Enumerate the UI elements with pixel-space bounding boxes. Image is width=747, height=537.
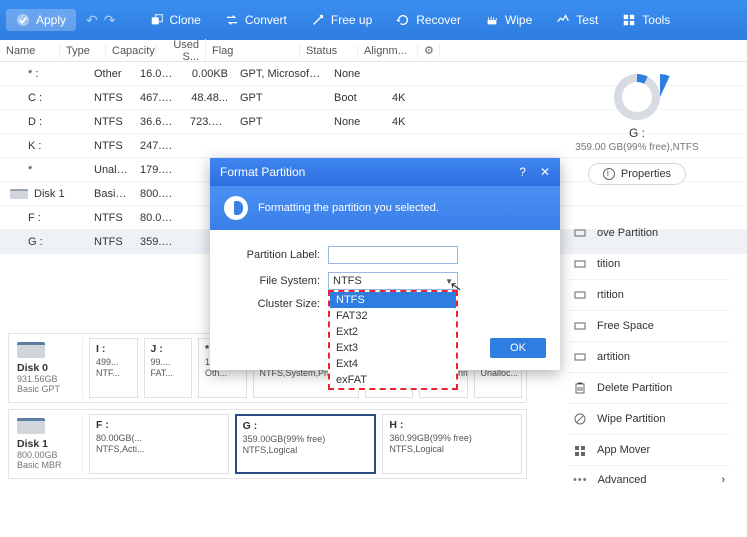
freeup-icon (311, 13, 325, 27)
disk-icon (10, 189, 28, 199)
partition-table-header: Name Type Capacity Used S... Flag Status… (0, 40, 747, 62)
menu-item-resize[interactable]: tition (569, 248, 729, 279)
properties-button[interactable]: Properties (588, 163, 686, 185)
fs-option[interactable]: Ext4 (330, 356, 456, 372)
convert-icon (225, 13, 239, 27)
apply-button[interactable]: Apply (6, 9, 76, 31)
dialog-banner: Formatting the partition you selected. (210, 186, 560, 230)
test-icon (556, 13, 570, 27)
file-system-label: File System: (228, 275, 328, 287)
banner-text: Formatting the partition you selected. (258, 202, 439, 214)
delete-icon (573, 381, 587, 395)
menu-item-move[interactable]: ove Partition (569, 218, 729, 248)
partition-label-label: Partition Label: (228, 249, 328, 261)
col-type[interactable]: Type (60, 45, 106, 57)
disk1-row: Disk 1800.00GBBasic MBRF :80.00GB(...NTF… (8, 409, 527, 479)
close-icon[interactable]: ✕ (540, 165, 550, 179)
menu-item-create[interactable]: artition (569, 341, 729, 372)
dots-icon: ••• (573, 474, 588, 486)
wipe-icon (485, 13, 499, 27)
wipe-icon (573, 412, 587, 426)
recover-icon (396, 13, 410, 27)
disk-icon (17, 342, 45, 358)
merge-icon (573, 288, 587, 302)
main-toolbar: Apply ↶ ↷ Clone Convert Free up Recover … (0, 0, 747, 40)
menu-item-adv[interactable]: •••Advanced› (569, 465, 729, 494)
disk-header[interactable]: Disk 0931.56GBBasic GPT (13, 338, 83, 398)
partition-label-input[interactable] (328, 246, 458, 264)
col-used[interactable]: Used S... (156, 39, 206, 63)
recover-button[interactable]: Recover (386, 9, 471, 31)
move-icon (573, 226, 587, 240)
col-flag[interactable]: Flag (206, 45, 300, 57)
tools-button[interactable]: Tools (612, 9, 680, 31)
col-status[interactable]: Status (300, 45, 358, 57)
test-button[interactable]: Test (546, 9, 608, 31)
file-system-select[interactable]: NTFS ▼ (328, 272, 458, 290)
columns-gear-icon[interactable]: ⚙ (418, 44, 440, 57)
create-icon (573, 350, 587, 364)
convert-button[interactable]: Convert (215, 9, 297, 31)
info-subtitle: 359.00 GB(99% free),NTFS (537, 142, 737, 153)
col-name[interactable]: Name (0, 45, 60, 57)
undo-redo: ↶ ↷ (80, 12, 121, 29)
app-icon (573, 443, 587, 457)
col-capacity[interactable]: Capacity (106, 45, 156, 57)
dialog-titlebar: Format Partition ? ✕ (210, 158, 560, 186)
freeup-button[interactable]: Free up (301, 9, 382, 31)
partition-block[interactable]: F :80.00GB(...NTFS,Acti... (89, 414, 229, 474)
chevron-right-icon: › (721, 474, 725, 486)
wipe-button[interactable]: Wipe (475, 9, 542, 31)
redo-icon[interactable]: ↷ (104, 12, 116, 29)
ok-button[interactable]: OK (490, 338, 546, 358)
col-align[interactable]: Alignm... (358, 45, 418, 57)
info-icon (603, 168, 615, 180)
cluster-size-label: Cluster Size: (228, 298, 328, 310)
partition-block[interactable]: I :499...NTF... (89, 338, 138, 398)
help-icon[interactable]: ? (519, 165, 526, 179)
format-partition-dialog: Format Partition ? ✕ Formatting the part… (210, 158, 560, 370)
context-menu: ove PartitiontitionrtitionFree Spacearti… (569, 218, 729, 494)
fs-option[interactable]: exFAT (330, 372, 456, 388)
menu-item-delete[interactable]: Delete Partition (569, 372, 729, 403)
fs-option[interactable]: Ext2 (330, 324, 456, 340)
menu-item-free[interactable]: Free Space (569, 310, 729, 341)
format-icon (224, 196, 248, 220)
partition-block[interactable]: G :359.00GB(99% free)NTFS,Logical (235, 414, 377, 474)
free-icon (573, 319, 587, 333)
clone-icon (150, 13, 164, 27)
fs-option[interactable]: Ext3 (330, 340, 456, 356)
menu-item-app[interactable]: App Mover (569, 434, 729, 465)
disk-icon (17, 418, 45, 434)
dialog-title: Format Partition (220, 165, 305, 179)
menu-item-wipe[interactable]: Wipe Partition (569, 403, 729, 434)
tools-icon (622, 13, 636, 27)
partition-block[interactable]: H :360.99GB(99% free)NTFS,Logical (382, 414, 522, 474)
pie-chart-icon (614, 74, 660, 120)
fs-option[interactable]: FAT32 (330, 308, 456, 324)
apply-label: Apply (36, 13, 66, 27)
fs-option[interactable]: NTFS (330, 292, 456, 308)
partition-block[interactable]: J :99....FAT... (144, 338, 193, 398)
disk-header[interactable]: Disk 1800.00GBBasic MBR (13, 414, 83, 474)
resize-icon (573, 257, 587, 271)
info-title: G : (537, 126, 737, 140)
menu-item-merge[interactable]: rtition (569, 279, 729, 310)
file-system-dropdown: NTFSFAT32Ext2Ext3Ext4exFAT (328, 290, 458, 390)
undo-icon[interactable]: ↶ (86, 12, 98, 29)
info-pane: G : 359.00 GB(99% free),NTFS Properties (537, 60, 737, 185)
check-icon (16, 13, 30, 27)
clone-button[interactable]: Clone (140, 9, 211, 31)
